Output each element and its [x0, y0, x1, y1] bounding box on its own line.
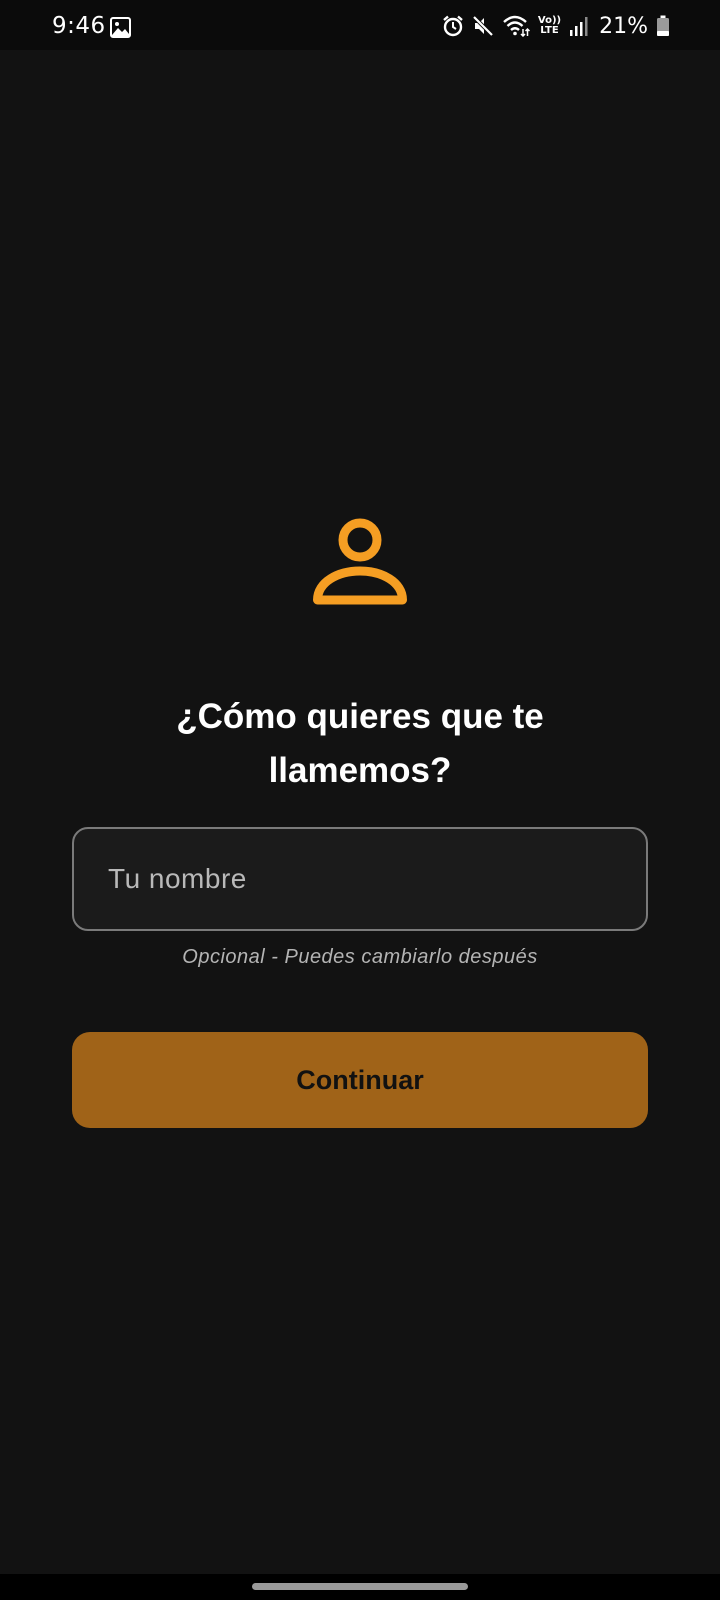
gallery-icon: [110, 17, 131, 43]
page-title: ¿Cómo quieres que te llamemos?: [176, 697, 544, 790]
lte-label: LTE: [540, 25, 559, 36]
alarm-icon: [442, 15, 464, 37]
home-indicator[interactable]: [252, 1583, 468, 1590]
person-icon: [312, 516, 408, 612]
name-onboarding-screen: 9:46 Vo)) LTE 21% ¿Cómo quieres que te l…: [0, 0, 720, 1600]
signal-icon: [569, 15, 589, 37]
status-time: 9:46: [52, 13, 106, 39]
name-input[interactable]: [72, 827, 648, 931]
navigation-bar: [0, 1574, 720, 1600]
mute-icon: [472, 15, 494, 37]
battery-icon: [656, 15, 670, 37]
status-icons: Vo)) LTE 21%: [442, 13, 670, 39]
volte-indicator: Vo)) LTE: [538, 16, 561, 36]
status-bar: 9:46 Vo)) LTE 21%: [0, 0, 720, 50]
wifi-icon: [502, 15, 530, 37]
continue-button[interactable]: Continuar: [72, 1032, 648, 1128]
helper-text: Opcional - Puedes cambiarlo después: [182, 946, 538, 968]
battery-percent: 21%: [599, 13, 648, 39]
